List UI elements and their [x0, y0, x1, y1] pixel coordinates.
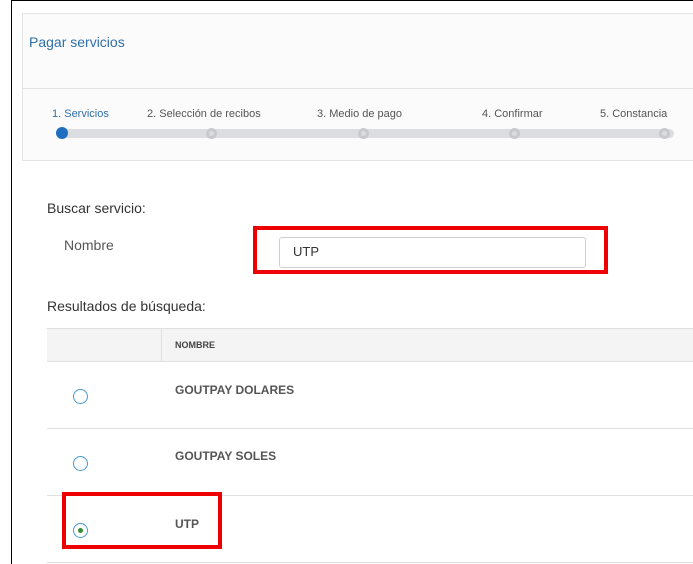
- radio-goutpay-dolares[interactable]: [73, 389, 88, 404]
- page-frame: Pagar servicios 1. Servicios 2. Selecció…: [11, 0, 693, 564]
- step-dot-3: [358, 128, 369, 139]
- step-seleccion-recibos[interactable]: 2. Selección de recibos: [147, 108, 261, 120]
- step-servicios[interactable]: 1. Servicios: [52, 108, 109, 120]
- row-name: GOUTPAY SOLES: [175, 449, 277, 463]
- step-constancia[interactable]: 5. Constancia: [600, 108, 667, 120]
- table-row[interactable]: GOUTPAY SOLES: [47, 429, 693, 496]
- column-header-nombre: NOMBRE: [175, 340, 215, 350]
- step-confirmar[interactable]: 4. Confirmar: [482, 108, 543, 120]
- step-medio-pago[interactable]: 3. Medio de pago: [317, 108, 402, 120]
- step-dot-5: [659, 128, 670, 139]
- progress-stepper: 1. Servicios 2. Selección de recibos 3. …: [22, 89, 693, 159]
- step-dot-2: [206, 128, 217, 139]
- table-header: NOMBRE: [47, 328, 693, 362]
- row-name: GOUTPAY DOLARES: [175, 383, 295, 397]
- table-row[interactable]: GOUTPAY DOLARES: [47, 362, 693, 429]
- name-search-input[interactable]: UTP: [279, 237, 586, 268]
- search-heading: Buscar servicio:: [47, 200, 146, 216]
- column-divider: [161, 329, 162, 361]
- radio-goutpay-soles[interactable]: [73, 456, 88, 471]
- step-dot-1: [56, 127, 68, 139]
- step-dot-4: [509, 128, 520, 139]
- name-field-label: Nombre: [64, 237, 114, 253]
- selection-highlight-box: [62, 492, 222, 549]
- results-heading: Resultados de búsqueda:: [47, 298, 206, 314]
- page-title: Pagar servicios: [29, 34, 125, 50]
